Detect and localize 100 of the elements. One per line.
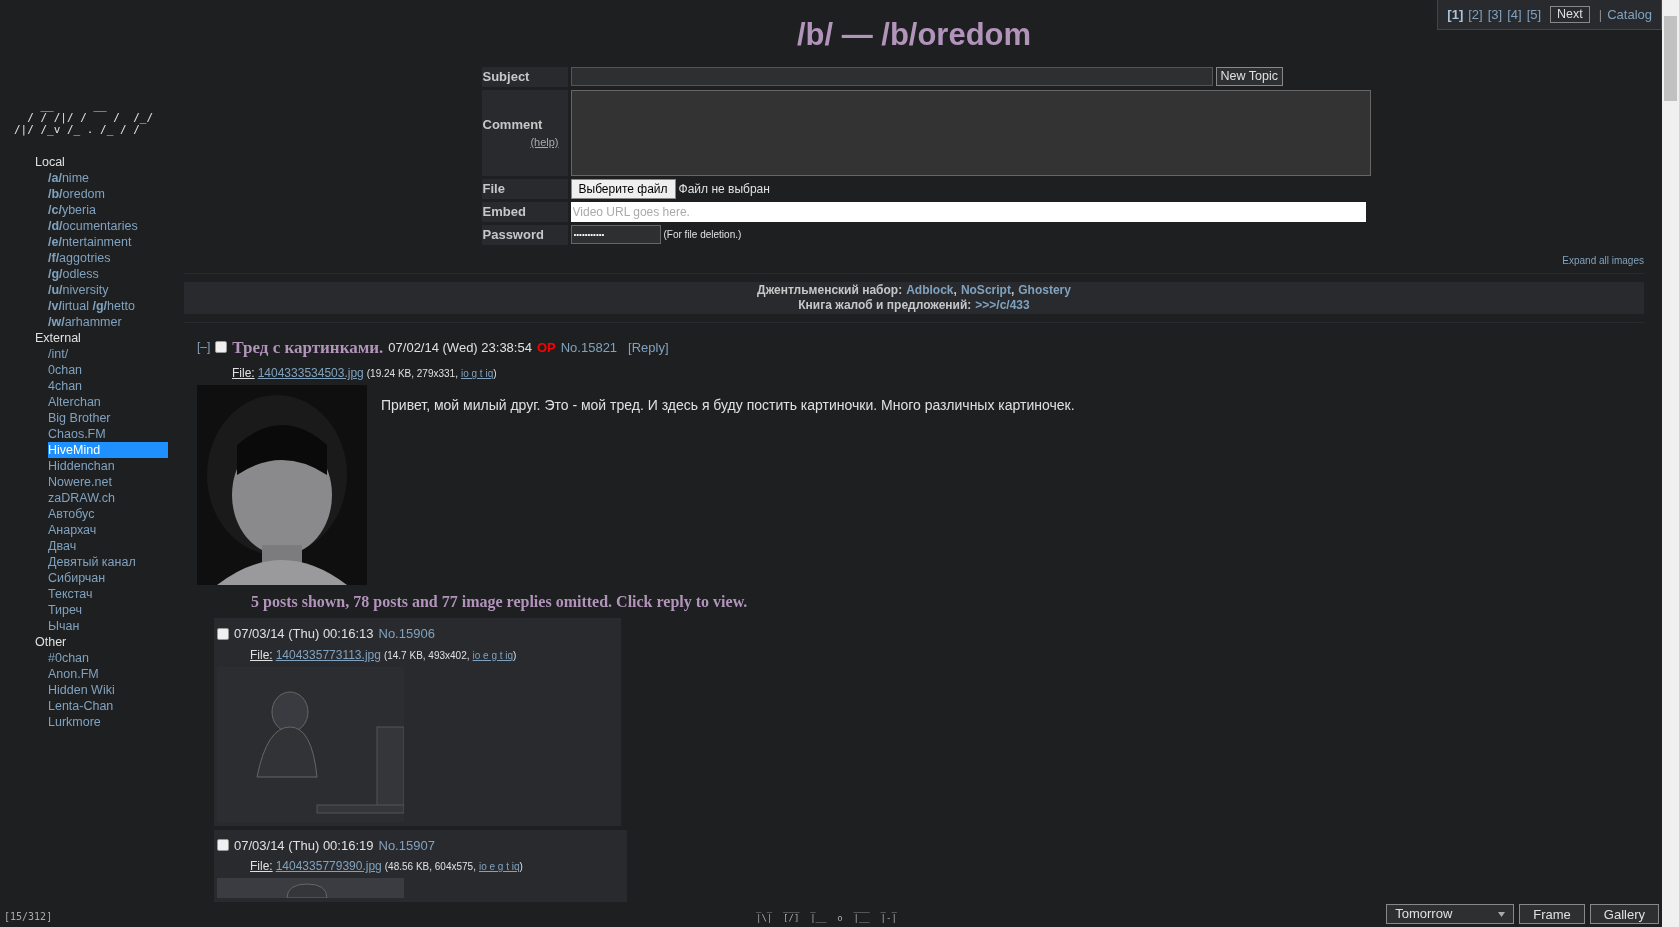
file-label: File:	[250, 858, 273, 875]
catalog-link[interactable]: Catalog	[1607, 4, 1652, 25]
sidebar-item[interactable]: HiveMind	[48, 442, 168, 458]
sidebar-heading: Local	[34, 154, 66, 170]
post-datetime: 07/03/14 (Thu) 00:16:13	[234, 625, 374, 643]
post-number[interactable]: No.15906	[378, 624, 435, 644]
page-link[interactable]: [5]	[1526, 4, 1542, 25]
sidebar-item[interactable]: /d/ocumentaries	[48, 218, 168, 234]
sidebar-item[interactable]: /f/aggotries	[48, 250, 168, 266]
file-label: File	[481, 178, 568, 199]
post-comment: Привет, мой милый друг. Это - мой тред. И здесь я буду постить картиночки. Много различных картиночек.	[381, 396, 1075, 415]
post-datetime: 07/02/14 (Wed) 23:38:54	[388, 338, 532, 357]
sidebar-item[interactable]: Alterchan	[48, 394, 168, 410]
sidebar-item[interactable]: /u/niversity	[48, 282, 168, 298]
footer-button[interactable]: Gallery	[1589, 904, 1659, 924]
sidebar-item[interactable]: /b/oredom	[48, 186, 168, 202]
page-link[interactable]: [3]	[1487, 4, 1503, 25]
thread-subject: Тред с картинками.	[232, 336, 384, 359]
sidebar-item[interactable]: Anon.FM	[48, 666, 168, 682]
sidebar-item[interactable]: /int/	[48, 346, 168, 362]
banner-link[interactable]: >>>/c/433	[975, 297, 1030, 313]
expand-all-images-link[interactable]: Expand all images	[1562, 252, 1644, 268]
sidebar-heading: Other	[34, 634, 68, 650]
banner-link[interactable]: Adblock	[906, 282, 954, 298]
post-number[interactable]: No.15821	[560, 337, 618, 357]
style-select[interactable]: Tomorrow	[1386, 904, 1515, 924]
file-label: File:	[250, 646, 273, 664]
password-label: Password	[481, 224, 568, 245]
sidebar-item[interactable]: /c/yberia	[48, 202, 168, 218]
banner-label: Книга жалоб и предложений:	[798, 297, 972, 313]
scrollbar-thumb[interactable]	[1664, 16, 1677, 101]
page-link[interactable]: [1]	[1447, 4, 1464, 25]
sidebar-item[interactable]: Hiddenchan	[48, 458, 168, 474]
scrollbar[interactable]	[1662, 0, 1679, 927]
sidebar-item[interactable]: Текстач	[48, 586, 168, 602]
post-number[interactable]: No.15907	[378, 835, 435, 855]
checkbox[interactable]	[217, 839, 229, 852]
post-counter: [15/312]	[4, 910, 53, 924]
comment-label: Comment	[482, 115, 544, 134]
sidebar-item[interactable]: /a/nime	[48, 170, 168, 186]
file-link[interactable]: 1404333534503.jpg	[257, 364, 364, 382]
file-status: Файл не выбран	[678, 180, 770, 198]
comma: ,	[1010, 282, 1015, 298]
banner-link[interactable]: NoScript	[960, 282, 1011, 298]
sidebar-item[interactable]: 4chan	[48, 378, 168, 394]
sidebar-item[interactable]: Chaos.FM	[48, 426, 168, 442]
subject-field[interactable]	[570, 67, 1213, 86]
file-info-end: )	[519, 860, 523, 874]
collapse-toggle[interactable]: [–]	[197, 338, 211, 357]
op-label: OP	[536, 338, 556, 357]
sidebar-item[interactable]: Big Brother	[48, 410, 168, 426]
banner-link[interactable]: Ghostery	[1018, 282, 1071, 298]
comma: ,	[953, 282, 957, 298]
footer-button[interactable]: Frame	[1519, 904, 1585, 924]
sidebar-item[interactable]: Девятый канал	[48, 554, 168, 570]
sidebar-item[interactable]: /w/arhammer	[48, 314, 168, 330]
sidebar-item[interactable]: Lenta-Chan	[48, 698, 168, 714]
new-topic-button[interactable]: New Topic	[1215, 67, 1283, 86]
file-info: (48.56 KB, 604x575,	[384, 860, 476, 874]
sidebar-item[interactable]: Тиреч	[48, 602, 168, 618]
file-info-end: )	[513, 648, 517, 663]
post-datetime: 07/03/14 (Thu) 00:16:19	[234, 836, 374, 855]
file-info: (14.7 KB, 493x402,	[383, 648, 470, 663]
file-info: (19.24 KB, 279x331,	[366, 367, 458, 381]
help-link[interactable]: (help)	[530, 134, 559, 151]
sidebar-item[interactable]: Ычан	[48, 618, 168, 634]
sidebar-item[interactable]: Автобус	[48, 506, 168, 522]
file-link[interactable]: 1404335779390.jpg	[275, 857, 382, 875]
embed-field[interactable]: Video URL goes here.	[570, 201, 1366, 222]
choose-file-button[interactable]: Выберите файл	[570, 178, 676, 199]
separator: |	[1598, 5, 1603, 24]
sidebar-item[interactable]: Nowere.net	[48, 474, 168, 490]
page-link[interactable]: [2]	[1468, 4, 1483, 25]
next-button[interactable]: Next	[1550, 6, 1590, 23]
sidebar-item[interactable]: /v/irtual /g/hetto	[48, 298, 168, 314]
sidebar-item[interactable]: /g/odless	[48, 266, 168, 282]
comment-field[interactable]	[570, 89, 1371, 176]
embed-label: Embed	[481, 201, 568, 222]
password-note: (For file deletion.)	[663, 228, 742, 242]
password-field[interactable]: •••••••••••	[570, 225, 661, 244]
sidebar-item[interactable]: #0chan	[48, 650, 168, 666]
checkbox[interactable]	[217, 627, 229, 640]
sidebar-item[interactable]: /e/ntertainment	[48, 234, 168, 250]
sidebar-item[interactable]: zaDRAW.ch	[48, 490, 168, 506]
sidebar-item[interactable]: Hidden Wiki	[48, 682, 168, 698]
banner-label: Джентльменский набор:	[757, 282, 903, 298]
file-info-end: )	[493, 367, 497, 381]
ascii-logo: __ __ / / /|/ / / /_/ /|/ /_v /_ . /_ / /	[13, 100, 155, 136]
sidebar-item[interactable]: Двач	[48, 538, 168, 554]
sidebar-item[interactable]: 0chan	[48, 362, 168, 378]
sidebar-item[interactable]: Lurkmore	[48, 714, 168, 730]
omitted-notice: 5 posts shown, 78 posts and 77 image replies omitted. Click reply to view.	[250, 592, 749, 613]
sidebar-item[interactable]: Анархач	[48, 522, 168, 538]
ascii-footer-logo: _ _ ___ _ ___ _ _ |\| [/] |__ o |__ |-|	[756, 903, 897, 923]
reply-link[interactable]: [Reply]	[628, 337, 669, 357]
file-link[interactable]: 1404335773113.jpg	[275, 645, 381, 664]
sidebar-item[interactable]: Сибирчан	[48, 570, 168, 586]
page-link[interactable]: [4]	[1507, 4, 1522, 25]
checkbox[interactable]	[215, 341, 228, 354]
image-search-links[interactable]: io e g t iq	[478, 859, 520, 874]
